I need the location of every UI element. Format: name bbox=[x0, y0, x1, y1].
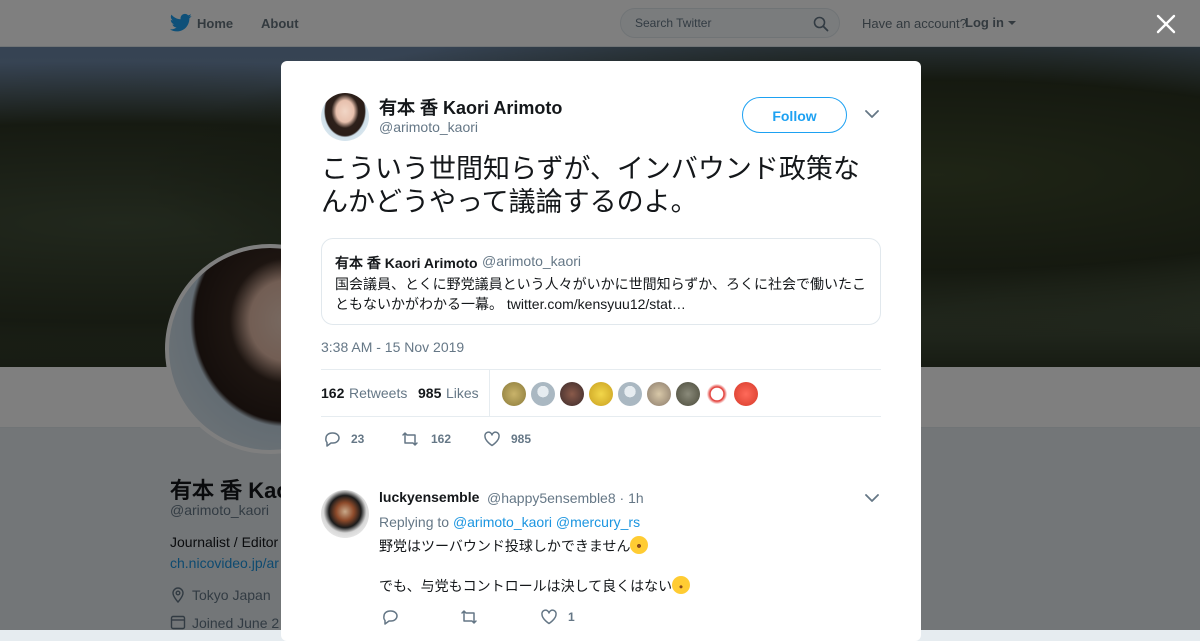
laughing-emoji-icon bbox=[630, 536, 649, 554]
tweet-author-handle[interactable]: @arimoto_kaori bbox=[379, 119, 478, 135]
reply-text: でも、与党もコントロールは決して良くはない bbox=[379, 578, 673, 594]
liker-avatar[interactable] bbox=[502, 382, 526, 406]
tweet-author-name[interactable]: 有本 香 Kaori Arimoto bbox=[379, 94, 562, 120]
quoted-tweet-text: 国会議員、とくに野党議員という人々がいかに世間知らずか、ろくに社会で働いたことも… bbox=[335, 274, 870, 314]
tweet-permalink-modal: 有本 香 Kaori Arimoto @arimoto_kaori Follow… bbox=[281, 61, 921, 641]
retweets-label[interactable]: Retweets bbox=[349, 385, 407, 401]
retweet-icon[interactable] bbox=[401, 430, 419, 448]
reply-author-name[interactable]: luckyensemble bbox=[379, 489, 479, 505]
replying-to-label: Replying to bbox=[379, 514, 450, 530]
follow-button[interactable]: Follow bbox=[742, 97, 847, 133]
reply-author-handle[interactable]: @happy5ensemble8 bbox=[487, 490, 616, 506]
retweet-count: 162 bbox=[431, 432, 452, 446]
quoted-tweet-link[interactable]: twitter.com/kensyuu12/stat… bbox=[507, 296, 686, 312]
liker-avatar[interactable] bbox=[589, 382, 613, 406]
replying-to: Replying to @arimoto_kaori @mercury_rs bbox=[379, 514, 640, 530]
mention-link[interactable]: @arimoto_kaori bbox=[453, 514, 552, 530]
stats-divider bbox=[489, 370, 490, 417]
liker-avatar[interactable] bbox=[647, 382, 671, 406]
like-count: 985 bbox=[511, 432, 532, 446]
mention-link[interactable]: @mercury_rs bbox=[556, 514, 640, 530]
reply-meta: @happy5ensemble8 · 1h bbox=[487, 490, 644, 506]
liker-avatar[interactable] bbox=[531, 382, 555, 406]
chevron-down-icon[interactable] bbox=[865, 109, 879, 119]
heart-icon[interactable] bbox=[540, 608, 558, 626]
liker-avatar[interactable] bbox=[705, 382, 729, 406]
likes-label[interactable]: Likes bbox=[446, 385, 479, 401]
reply-text-line: 野党はツーバウンド投球しかできません bbox=[379, 536, 649, 556]
reply-time[interactable]: · 1h bbox=[620, 490, 644, 506]
reply-count: 23 bbox=[351, 432, 365, 446]
retweet-icon[interactable] bbox=[460, 608, 478, 626]
reply-icon[interactable] bbox=[323, 430, 341, 448]
heart-icon[interactable] bbox=[483, 430, 501, 448]
retweets-count[interactable]: 162 bbox=[321, 385, 344, 401]
likes-count[interactable]: 985 bbox=[418, 385, 441, 401]
liker-avatar[interactable] bbox=[734, 382, 758, 406]
reply-author-avatar[interactable] bbox=[321, 490, 369, 538]
reply-icon[interactable] bbox=[381, 608, 399, 626]
tweet-stats: 162 Retweets 985 Likes bbox=[321, 369, 881, 417]
relieved-emoji-icon bbox=[672, 576, 691, 594]
liker-avatar[interactable] bbox=[676, 382, 700, 406]
like-count: 1 bbox=[568, 610, 575, 624]
quoted-author-handle: @arimoto_kaori bbox=[482, 253, 582, 269]
reply-text: 野党はツーバウンド投球しかできません bbox=[379, 538, 631, 554]
liker-avatar[interactable] bbox=[618, 382, 642, 406]
tweet-timestamp[interactable]: 3:38 AM - 15 Nov 2019 bbox=[321, 339, 464, 355]
liker-avatar[interactable] bbox=[560, 382, 584, 406]
chevron-down-icon[interactable] bbox=[865, 493, 879, 503]
tweet-text: こういう世間知らずが、インバウンド政策なんかどうやって議論するのよ。 bbox=[321, 154, 860, 217]
tweet-author-avatar[interactable] bbox=[321, 93, 369, 141]
reply-text-line: でも、与党もコントロールは決して良くはない bbox=[379, 576, 691, 596]
quoted-author-name: 有本 香 Kaori Arimoto bbox=[335, 255, 478, 271]
quoted-tweet[interactable]: 有本 香 Kaori Arimoto @arimoto_kaori 国会議員、と… bbox=[321, 238, 881, 325]
close-icon[interactable] bbox=[1156, 14, 1176, 34]
